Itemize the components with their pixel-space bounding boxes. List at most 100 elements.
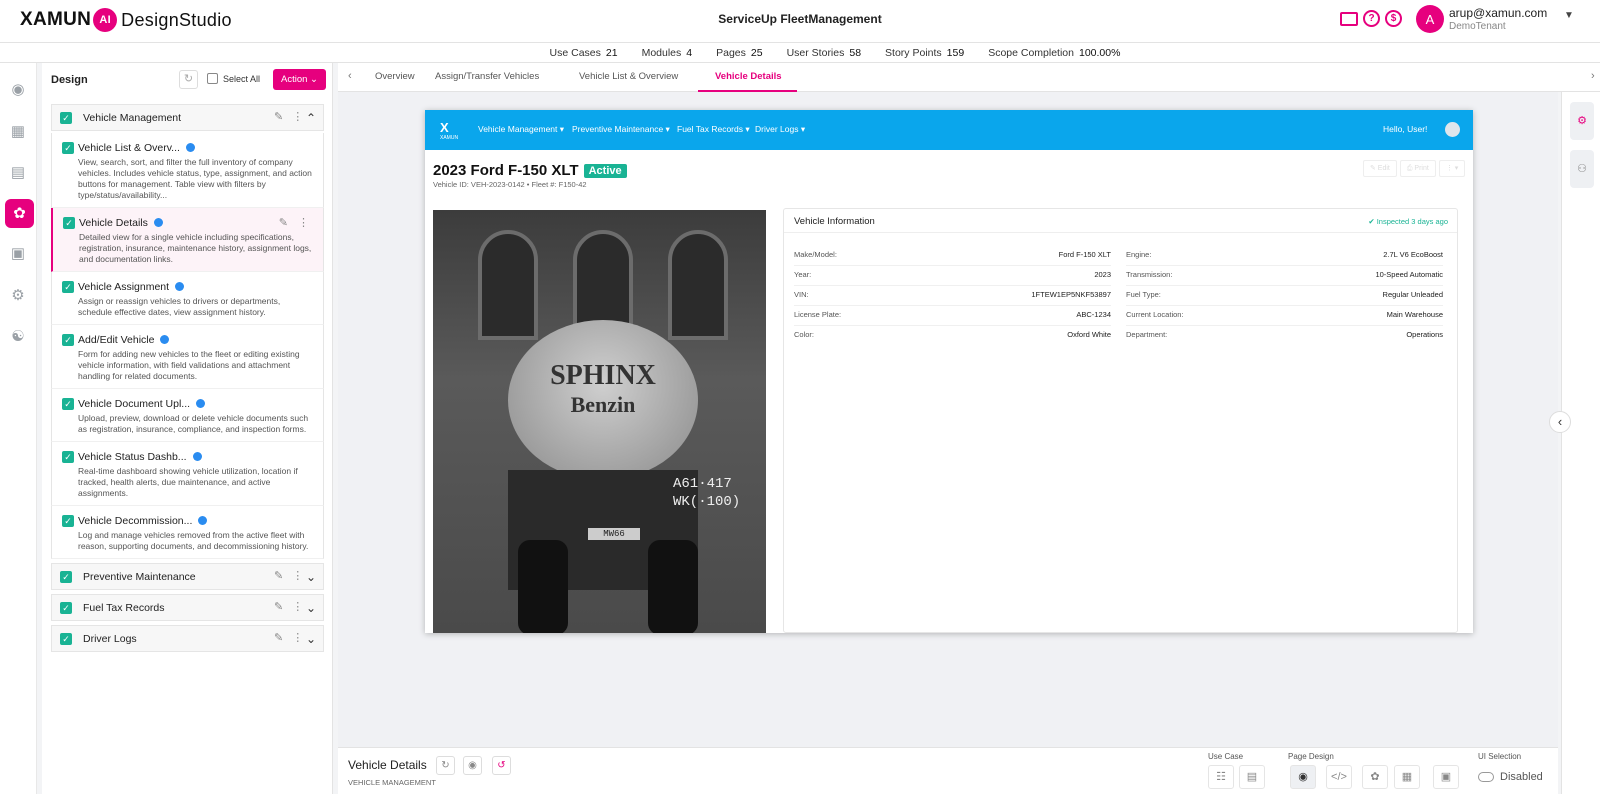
list-item[interactable]: ✓ Vehicle List & Overv... View, search, … [51,133,324,208]
more-button[interactable]: ⋮ ▾ [1438,160,1466,177]
checkbox[interactable]: ✓ [62,515,74,527]
checkbox[interactable]: ✓ [62,451,74,463]
select-all[interactable]: Select All [207,73,260,84]
save-icon[interactable]: ▣ [1433,765,1459,789]
avatar[interactable] [1445,122,1460,137]
checkbox[interactable]: ✓ [60,112,72,124]
dollar-icon[interactable]: $ [1385,10,1402,27]
undo-icon[interactable]: ↺ [492,756,511,775]
more-icon[interactable]: ⋮ [292,110,303,123]
list-item[interactable]: ✓ Vehicle Decommission... Log and manage… [51,506,324,559]
verified-icon [185,143,195,152]
checkbox[interactable]: ✓ [60,633,72,645]
module-tree: ✓ Vehicle Management ✎ ⋮ ⌃ ✓ Vehicle List… [51,104,324,654]
app-logo[interactable]: XAMUN AI DesignStudio [20,8,232,32]
preview-logo[interactable]: X XAMUN [440,120,458,141]
project-stats: Use Cases 21 Modules 4 Pages 25 User Storie… [0,43,1600,63]
more-icon[interactable]: ⋮ [298,216,309,229]
toggle-switch[interactable] [1478,772,1494,782]
checkbox[interactable]: ✓ [62,142,74,154]
tab-overview[interactable]: Overview [375,71,415,82]
chevron-down-icon[interactable]: ▼ [1564,10,1574,21]
item-description: Form for adding new vehicles to the flee… [78,349,300,381]
logo-product-name: DesignStudio [121,9,232,30]
ui-selection-toggle[interactable]: Disabled [1478,771,1543,783]
print-button[interactable]: ⎙ Print [1399,160,1436,177]
chevron-down-icon[interactable]: ⌄ [306,601,316,615]
sitemap-icon[interactable]: ☷ [1208,765,1234,789]
palette-icon[interactable]: ✿ [5,199,34,228]
module-label: Vehicle Management [83,112,182,124]
more-icon[interactable]: ⋮ [292,631,303,644]
gear-icon[interactable]: ⚙ [9,287,27,305]
menu-fuel-tax-records[interactable]: Fuel Tax Records ▾ [677,124,750,135]
checkbox[interactable]: ✓ [62,281,74,293]
collapse-panel-button[interactable]: ‹ [1549,411,1571,433]
list-item[interactable]: ✓ Vehicle Document Upl... Upload, previe… [51,389,324,442]
checkbox[interactable]: ✓ [60,571,72,583]
edit-icon[interactable]: ✎ [274,569,283,582]
palette-icon[interactable]: ✿ [1362,765,1388,789]
refresh-icon[interactable]: ↻ [436,756,455,775]
document-icon[interactable]: ▤ [9,164,27,182]
document-icon[interactable]: ▤ [1239,765,1265,789]
chevron-up-icon[interactable]: ⌃ [306,111,316,125]
tab-assign-transfer-vehicles[interactable]: Assign/Transfer Vehicles [435,71,539,82]
checkbox[interactable]: ✓ [62,334,74,346]
comments-icon[interactable]: ◉ [463,756,482,775]
verified-icon [153,218,163,227]
checkbox[interactable]: ✓ [60,602,72,614]
item-title: Vehicle Assignment [78,280,170,293]
module-vehicle-management[interactable]: ✓ Vehicle Management ✎ ⋮ ⌃ [51,104,324,131]
user-email: arup@xamun.com [1449,6,1548,20]
help-icon[interactable]: ? [1363,10,1380,27]
more-icon[interactable]: ⋮ [292,569,303,582]
module-driver-logs[interactable]: ✓ Driver Logs ✎ ⋮ ⌄ [51,625,324,652]
tab-vehicle-list-overview[interactable]: Vehicle List & Overview [579,71,678,82]
more-icon[interactable]: ⋮ [292,600,303,613]
chevron-down-icon[interactable]: ⌄ [306,570,316,584]
edit-icon[interactable]: ✎ [274,110,283,123]
handshake-icon[interactable]: ☯ [9,328,27,346]
info-row: License Plate: ABC-1234 [794,306,1111,326]
edit-icon[interactable]: ✎ [274,600,283,613]
chevron-right-icon[interactable]: › [1591,70,1595,82]
edit-button[interactable]: ✎ Edit [1363,160,1397,177]
chevron-down-icon[interactable]: ⌄ [306,632,316,646]
list-item[interactable]: ✓ Vehicle Details ✎ ⋮ Detailed view for a… [51,208,324,272]
menu-vehicle-management[interactable]: Vehicle Management ▾ [478,124,564,135]
edit-icon[interactable]: ✎ [274,631,283,644]
chat-icon[interactable]: ◉ [9,81,27,99]
refresh-icon[interactable]: ↻ [179,70,198,89]
select-all-checkbox[interactable] [207,73,218,84]
avatar[interactable]: A [1416,5,1444,33]
list-item[interactable]: ✓ Vehicle Status Dashb... Real-time dash… [51,442,324,506]
list-item[interactable]: ✓ Vehicle Assignment Assign or reassign … [51,272,324,325]
calendar-icon[interactable]: ▣ [9,245,27,263]
add-user-icon[interactable]: ⚇ [1570,150,1594,188]
edit-icon[interactable]: ✎ [279,216,288,229]
preview-eye-icon[interactable]: ◉ [1290,765,1316,789]
checkbox[interactable]: ✓ [62,398,74,410]
tab-vehicle-details[interactable]: Vehicle Details [715,71,782,82]
code-icon[interactable]: </> [1326,765,1352,789]
design-panel: Design ↻ Select All Action ⌄ ✓ Vehicle M… [42,63,333,794]
layout-icon[interactable]: ▦ [1394,765,1420,789]
preview-navbar: X XAMUN Vehicle Management ▾ Preventive M… [425,110,1473,150]
monitor-icon[interactable] [1340,12,1358,26]
page-preview: X XAMUN Vehicle Management ▾ Preventive M… [425,110,1473,633]
list-item[interactable]: ✓ Add/Edit Vehicle Form for adding new v… [51,325,324,389]
item-title: Add/Edit Vehicle [78,333,155,346]
menu-preventive-maintenance[interactable]: Preventive Maintenance ▾ [572,124,670,135]
checkbox[interactable]: ✓ [63,217,75,229]
chevron-left-icon[interactable]: ‹ [348,70,352,82]
vehicle-photo: SPHINX Benzin A61·417 WK(·100) MW66 [433,210,766,633]
action-button[interactable]: Action ⌄ [273,69,326,90]
module-preventive-maintenance[interactable]: ✓ Preventive Maintenance ✎ ⋮ ⌄ [51,563,324,590]
settings-icon[interactable]: ⚙ [1570,102,1594,140]
item-title: Vehicle Decommission... [78,514,193,527]
module-fuel-tax-records[interactable]: ✓ Fuel Tax Records ✎ ⋮ ⌄ [51,594,324,621]
building-icon[interactable]: ▦ [9,123,27,141]
stat-modules: Modules 4 [641,47,693,59]
menu-driver-logs[interactable]: Driver Logs ▾ [755,124,805,135]
